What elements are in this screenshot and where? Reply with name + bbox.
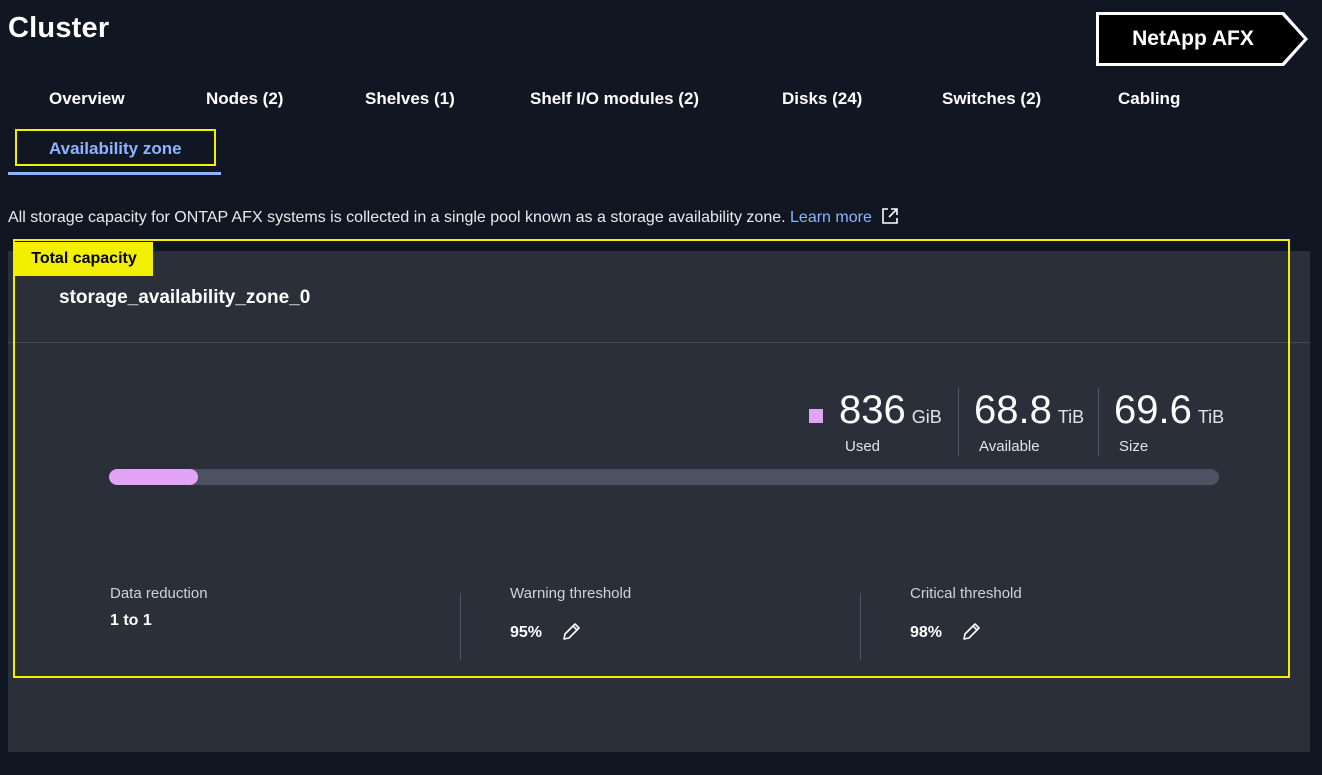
description: All storage capacity for ONTAP AFX syste… — [8, 206, 900, 231]
annotation-label: Total capacity — [15, 242, 153, 276]
learn-more-link[interactable]: Learn more — [790, 209, 872, 226]
external-link-icon[interactable] — [880, 206, 900, 231]
tab-overview[interactable]: Overview — [49, 89, 125, 109]
annotation-highlight-box — [13, 239, 1290, 678]
tab-availability-zone[interactable]: Availability zone — [49, 139, 182, 159]
tab-shelf-io-modules[interactable]: Shelf I/O modules (2) — [530, 89, 699, 109]
tab-bar: Overview Nodes (2) Shelves (1) Shelf I/O… — [0, 0, 1322, 180]
tab-nodes[interactable]: Nodes (2) — [206, 89, 283, 109]
tab-switches[interactable]: Switches (2) — [942, 89, 1041, 109]
tab-cabling[interactable]: Cabling — [1118, 89, 1180, 109]
tab-shelves[interactable]: Shelves (1) — [365, 89, 455, 109]
tab-disks[interactable]: Disks (24) — [782, 89, 862, 109]
active-tab-underline — [8, 172, 221, 175]
description-text: All storage capacity for ONTAP AFX syste… — [8, 209, 786, 226]
